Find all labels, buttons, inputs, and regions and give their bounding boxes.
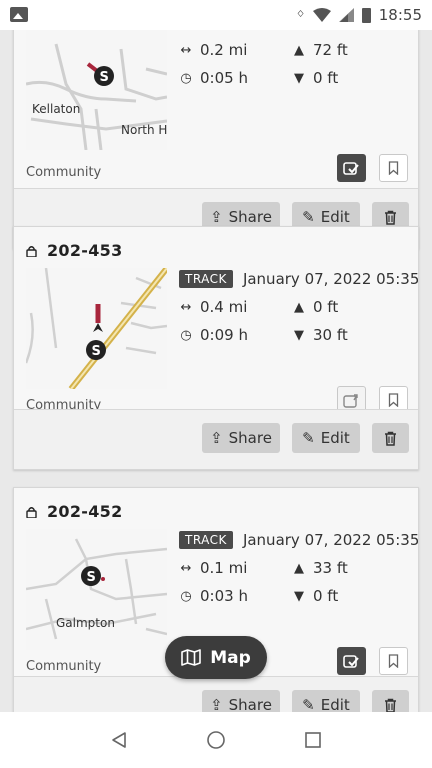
clock-icon: ◷ — [180, 588, 192, 604]
ascent-stat: ▲ 33 ft — [294, 559, 348, 577]
edit-icon: ✎ — [302, 696, 315, 712]
distance-stat: ↔ 0.2 mi — [180, 41, 248, 59]
recents-button[interactable] — [301, 728, 325, 752]
map-thumbnail[interactable]: S Galmpton — [26, 529, 167, 650]
synced-icon — [343, 654, 359, 668]
share-icon: ⇪ — [210, 208, 223, 226]
svg-text:S: S — [87, 570, 96, 585]
map-label: Kellaton — [32, 102, 80, 116]
track-tag: TRACK — [179, 270, 233, 288]
signal-icon — [338, 8, 354, 22]
clock-icon: ◷ — [180, 70, 192, 86]
share-icon: ⇪ — [210, 696, 223, 712]
map-label: Galmpton — [56, 616, 115, 630]
card-actions: ⇪ Share ✎ Edit — [14, 676, 418, 712]
sync-button[interactable] — [337, 154, 366, 182]
edit-button[interactable]: ✎ Edit — [292, 690, 360, 712]
descent-stat: ▼ 0 ft — [294, 587, 339, 605]
distance-stat: ↔ 0.4 mi — [180, 298, 248, 316]
share-button[interactable]: ⇪ Share — [202, 423, 280, 453]
svg-text:S: S — [100, 70, 109, 85]
share-icon: ⇪ — [210, 429, 223, 447]
duration-stat: ◷ 0:09 h — [180, 326, 248, 344]
status-time: 18:55 — [378, 6, 422, 24]
track-tag: TRACK — [179, 531, 233, 549]
ascent-icon: ▲ — [294, 299, 304, 315]
sync-button[interactable] — [337, 647, 366, 675]
bookmark-icon — [388, 161, 399, 175]
distance-icon: ↔ — [180, 42, 192, 58]
bookmark-button[interactable] — [379, 154, 408, 182]
tracks-list[interactable]: S Kellaton North Ha ↔0.2 mi ▲72 ft ◷0:05… — [0, 30, 432, 712]
map-icon — [181, 649, 202, 666]
card-actions: ⇪ Share ✎ Edit — [14, 409, 418, 469]
track-title[interactable]: 202-452 — [47, 502, 123, 521]
back-button[interactable] — [107, 728, 131, 752]
delete-button[interactable] — [372, 423, 409, 453]
ascent-icon: ▲ — [294, 42, 304, 58]
navigation-bar — [0, 712, 432, 768]
descent-icon: ▼ — [294, 327, 304, 343]
home-icon — [207, 731, 225, 749]
duration-stat: ◷ 0:03 h — [180, 587, 248, 605]
distance-icon: ↔ — [180, 299, 192, 315]
map-thumbnail[interactable]: S — [26, 268, 167, 389]
edit-icon: ✎ — [302, 429, 315, 447]
descent-icon: ▼ — [294, 70, 304, 86]
status-bar: ᛜ 18:55 — [0, 0, 432, 30]
map-button-label: Map — [210, 647, 251, 668]
track-card[interactable]: S Kellaton North Ha ↔0.2 mi ▲72 ft ◷0:05… — [13, 30, 419, 249]
map-thumbnail[interactable]: S Kellaton North Ha — [26, 30, 167, 150]
wifi-icon — [312, 8, 331, 22]
ascent-stat: ▲ 72 ft — [294, 41, 348, 59]
distance-stat: ↔ 0.1 mi — [180, 559, 248, 577]
track-title[interactable]: 202-453 — [47, 241, 123, 260]
track-card[interactable]: 202-453 S TRACK January 07, 2022 05:35 ↔… — [13, 226, 419, 470]
share-button[interactable]: ⇪ Share — [202, 690, 280, 712]
bookmark-button[interactable] — [379, 647, 408, 675]
trash-icon — [385, 698, 396, 712]
edit-button[interactable]: ✎ Edit — [292, 423, 360, 453]
distance-icon: ↔ — [180, 560, 192, 576]
descent-stat: ▼ 30 ft — [294, 326, 348, 344]
descent-stat: ▼ 0 ft — [294, 69, 339, 87]
bookmark-icon — [388, 393, 399, 407]
track-date: January 07, 2022 05:35 — [242, 531, 418, 549]
lock-icon — [26, 245, 37, 257]
delete-button[interactable] — [372, 690, 409, 712]
source-label: Community — [26, 165, 102, 180]
recents-icon — [305, 732, 322, 748]
battery-icon — [361, 7, 371, 23]
clock-icon: ◷ — [180, 327, 192, 343]
ascent-stat: ▲ 0 ft — [294, 298, 339, 316]
bluetooth-icon: ᛜ — [296, 7, 305, 23]
image-icon — [10, 7, 28, 22]
map-label: North Ha — [121, 123, 167, 137]
lock-icon — [26, 506, 37, 518]
bookmark-icon — [388, 654, 399, 668]
source-label: Community — [26, 659, 102, 674]
svg-text:S: S — [92, 344, 101, 359]
edit-icon: ✎ — [302, 208, 315, 226]
upload-icon — [343, 393, 358, 408]
home-button[interactable] — [204, 728, 228, 752]
map-button[interactable]: Map — [165, 636, 267, 679]
ascent-icon: ▲ — [294, 560, 304, 576]
duration-stat: ◷ 0:05 h — [180, 69, 248, 87]
trash-icon — [385, 210, 396, 225]
synced-icon — [343, 161, 359, 175]
trash-icon — [385, 431, 396, 446]
track-date: January 07, 2022 05:35 — [242, 270, 418, 288]
descent-icon: ▼ — [294, 588, 304, 604]
back-icon — [111, 732, 126, 748]
